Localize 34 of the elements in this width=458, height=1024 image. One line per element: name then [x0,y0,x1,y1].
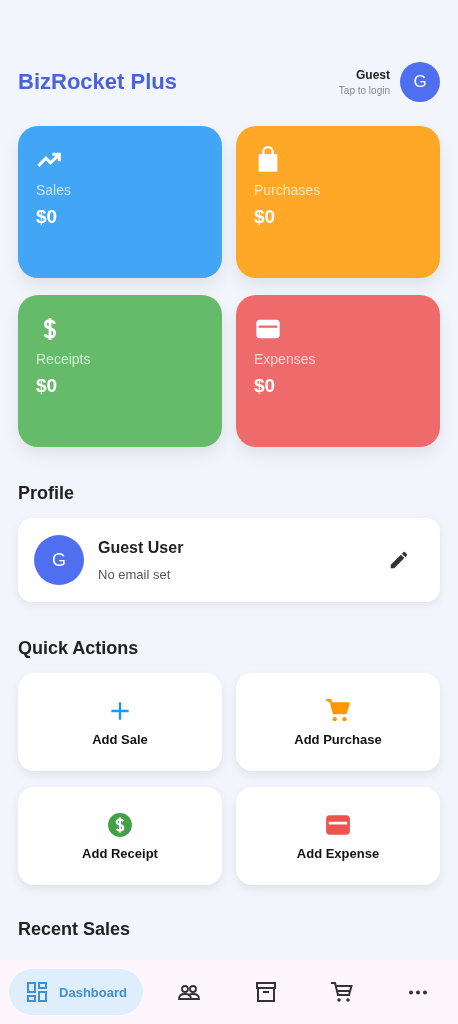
edit-icon[interactable] [388,549,410,571]
stat-card[interactable]: Expenses $0 [236,295,440,447]
app-title: BizRocket Plus [18,69,177,95]
quick-action-button[interactable]: Add Sale [18,673,222,771]
stat-card[interactable]: Sales $0 [18,126,222,278]
stat-card[interactable]: Receipts $0 [18,295,222,447]
stat-label: Expenses [254,351,316,367]
section-heading: Quick Actions [17,637,140,660]
archive-box-icon [253,980,278,1004]
section-heading: Profile [17,482,75,505]
stat-value: $0 [36,206,58,228]
stat-value: $0 [254,206,276,228]
login-hint[interactable]: Tap to login [338,85,390,96]
cart-icon [325,697,351,724]
user-name: Guest [355,68,390,82]
stat-label: Receipts [36,351,91,367]
profile-email: No email set [98,566,172,582]
cart-icon [329,980,354,1004]
quick-action-button[interactable]: Add Receipt [18,787,222,885]
stat-value: $0 [36,375,58,397]
stat-label: Sales [36,182,72,198]
user-avatar[interactable]: G [400,62,440,102]
section-heading: Recent Sales [17,918,132,941]
quick-action-button[interactable]: Add Expense [236,787,440,885]
profile-avatar: G [34,535,84,585]
more-icon [409,989,427,995]
stat-label: Purchases [254,182,321,198]
dollar-icon [107,811,133,838]
quick-action-button[interactable]: Add Purchase [236,673,440,771]
nav-tab[interactable]: Dashboard [9,969,143,1015]
stat-value: $0 [254,375,276,397]
profile-name: Guest User [98,538,185,557]
profile-card[interactable]: G Guest User No email set [18,518,440,602]
dashboard-icon [25,980,50,1004]
